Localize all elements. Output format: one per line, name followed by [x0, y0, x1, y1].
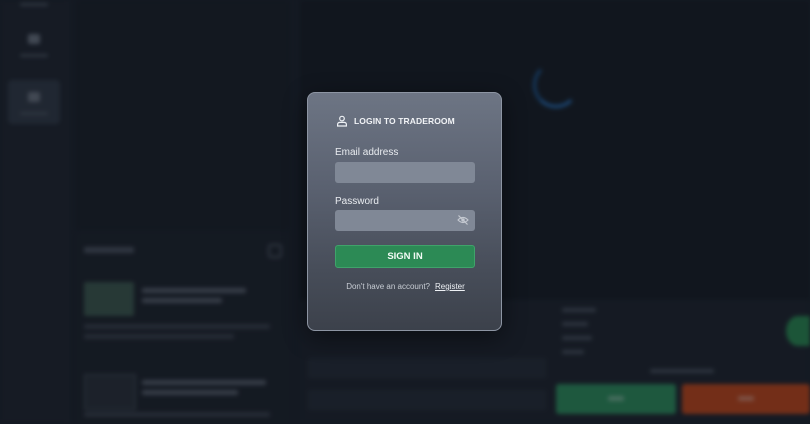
email-field[interactable] [335, 162, 475, 183]
sign-in-button[interactable]: SIGN IN [335, 245, 475, 268]
eye-off-icon[interactable] [457, 214, 469, 226]
password-label: Password [335, 196, 379, 207]
no-account-text: Don't have an account? [346, 282, 430, 291]
user-icon [337, 115, 347, 127]
password-field[interactable] [335, 210, 475, 231]
register-link[interactable]: Register [435, 282, 465, 291]
register-prompt: Don't have an account? Register [308, 282, 503, 291]
login-modal: LOGIN TO TRADEROOM Email address Passwor… [307, 92, 502, 331]
modal-title: LOGIN TO TRADEROOM [354, 116, 455, 126]
modal-header: LOGIN TO TRADEROOM [336, 115, 455, 127]
email-label: Email address [335, 147, 399, 158]
